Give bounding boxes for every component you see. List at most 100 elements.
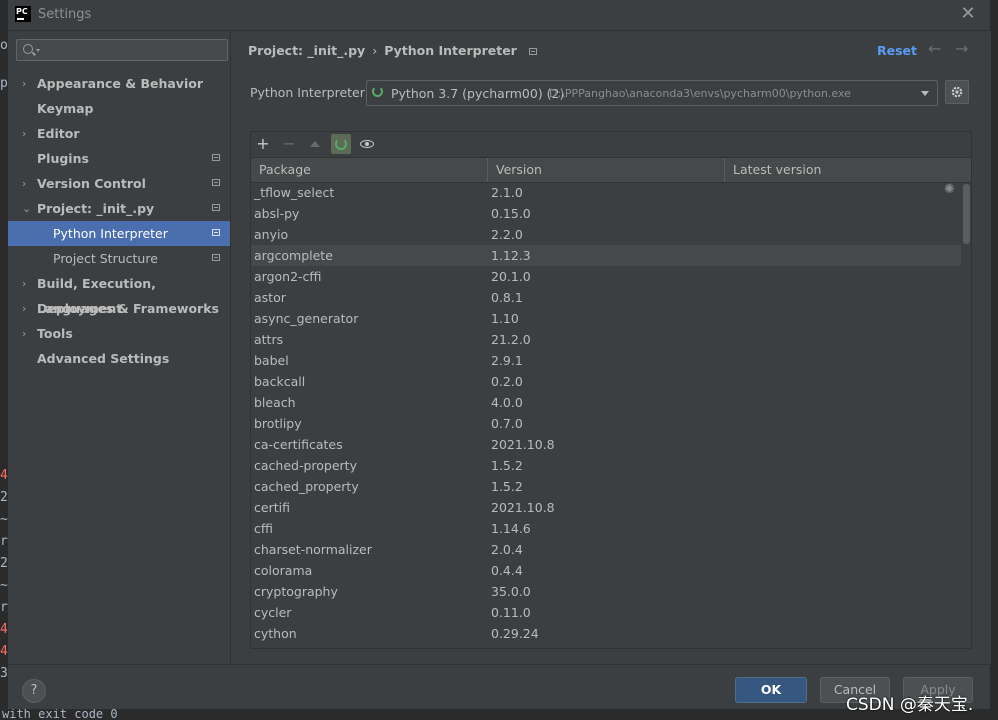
table-row[interactable]: _tflow_select 2.1.0	[251, 182, 961, 203]
sidebar-item-label: Keymap	[37, 101, 94, 116]
package-name: cached_property	[254, 479, 359, 494]
project-scope-icon	[212, 154, 220, 161]
pycharm-logo-icon: PC	[15, 6, 31, 22]
package-version: 2021.10.8	[491, 500, 555, 515]
package-name: cached-property	[254, 458, 357, 473]
remove-package-button[interactable]: −	[279, 134, 299, 154]
column-header-package[interactable]: Package	[251, 158, 488, 182]
table-row[interactable]: cycler 0.11.0	[251, 602, 961, 623]
package-name: babel	[254, 353, 289, 368]
sidebar-item-appearance-behavior[interactable]: › Appearance & Behavior	[8, 71, 230, 96]
sidebar-item-build-execution-deployment[interactable]: › Build, Execution, Deployment	[8, 271, 230, 316]
packages-toolbar: + −	[251, 132, 971, 156]
chevron-right-icon[interactable]: ›	[22, 121, 26, 146]
close-icon[interactable]: ✕	[960, 5, 976, 23]
sidebar-item-languages-frameworks[interactable]: › Languages & Frameworks	[8, 296, 230, 321]
settings-dialog: PC Settings ✕ › Appearance & Behavior Ke…	[8, 0, 991, 709]
package-version: 2.0.4	[491, 542, 523, 557]
table-row[interactable]: cached_property 1.5.2	[251, 476, 961, 497]
sidebar-item-tools[interactable]: › Tools	[8, 321, 230, 346]
package-version: 0.4.4	[491, 563, 523, 578]
package-version: 1.5.2	[491, 458, 523, 473]
package-version: 0.29.24	[491, 626, 539, 641]
chevron-right-icon[interactable]: ›	[22, 271, 26, 296]
chevron-down-icon[interactable]: ⌄	[22, 196, 31, 221]
table-row[interactable]: cached-property 1.5.2	[251, 455, 961, 476]
column-header-version[interactable]: Version	[488, 158, 725, 182]
dropdown-arrow-icon[interactable]	[921, 91, 929, 96]
project-scope-icon	[528, 48, 537, 55]
table-row[interactable]: colorama 0.4.4	[251, 560, 961, 581]
background-char: 4	[0, 622, 8, 637]
table-row[interactable]: argon2-cffi 20.1.0	[251, 266, 961, 287]
table-row[interactable]: bleach 4.0.0	[251, 392, 961, 413]
chevron-right-icon[interactable]: ›	[22, 296, 26, 321]
search-history-dropdown-icon[interactable]	[36, 49, 40, 52]
table-row[interactable]: cython 0.29.24	[251, 623, 961, 644]
package-name: ca-certificates	[254, 437, 343, 452]
table-row[interactable]: argcomplete 1.12.3	[251, 245, 961, 266]
table-row[interactable]: async_generator 1.10	[251, 308, 961, 329]
add-package-button[interactable]: +	[253, 134, 273, 154]
packages-table-body: _tflow_select 2.1.0 absl-py 0.15.0 anyio 2.…	[251, 182, 961, 648]
reset-link[interactable]: Reset	[877, 43, 917, 58]
vertical-scrollbar[interactable]	[961, 182, 971, 648]
table-row[interactable]: backcall 0.2.0	[251, 371, 961, 392]
show-early-releases-button[interactable]	[357, 134, 377, 154]
breadcrumb: Project: _init_.py › Python Interpreter	[248, 43, 537, 58]
table-row[interactable]: certifi 2021.10.8	[251, 497, 961, 518]
package-name: anyio	[254, 227, 289, 242]
package-version: 1.5.2	[491, 479, 523, 494]
breadcrumb-page: Python Interpreter	[384, 43, 517, 58]
upgrade-package-button[interactable]	[305, 134, 325, 154]
background-char: ~	[0, 512, 8, 527]
upgrade-arrow-icon	[310, 141, 320, 147]
settings-sidebar: › Appearance & Behavior Keymap › Editor …	[8, 31, 230, 664]
sidebar-item-project[interactable]: ⌄ Project: _init_.py	[8, 196, 230, 221]
package-name: absl-py	[254, 206, 300, 221]
background-char: 2	[0, 490, 8, 505]
refresh-button[interactable]	[331, 134, 351, 154]
column-header-latest-version[interactable]: Latest version	[725, 158, 961, 182]
table-row[interactable]: babel 2.9.1	[251, 350, 961, 371]
package-name: backcall	[254, 374, 306, 389]
search-field[interactable]	[16, 39, 228, 61]
chevron-right-icon[interactable]: ›	[22, 171, 26, 196]
table-row[interactable]: ca-certificates 2021.10.8	[251, 434, 961, 455]
sidebar-item-version-control[interactable]: › Version Control	[8, 171, 230, 196]
table-row[interactable]: anyio 2.2.0	[251, 224, 961, 245]
package-version: 20.1.0	[491, 269, 531, 284]
table-row[interactable]: brotlipy 0.7.0	[251, 413, 961, 434]
title-bar: PC Settings ✕	[8, 0, 990, 31]
chevron-right-icon[interactable]: ›	[22, 321, 26, 346]
chevron-right-icon[interactable]: ›	[22, 71, 26, 96]
table-row[interactable]: astor 0.8.1	[251, 287, 961, 308]
package-version: 2.2.0	[491, 227, 523, 242]
table-row[interactable]: cffi 1.14.6	[251, 518, 961, 539]
package-name: certifi	[254, 500, 290, 515]
sidebar-item-advanced-settings[interactable]: Advanced Settings	[8, 346, 230, 371]
package-version: 1.10	[491, 311, 519, 326]
search-input[interactable]	[43, 41, 227, 61]
table-row[interactable]: cryptography 35.0.0	[251, 581, 961, 602]
sidebar-item-keymap[interactable]: Keymap	[8, 96, 230, 121]
gear-icon	[951, 86, 963, 98]
package-version: 2021.10.8	[491, 437, 555, 452]
sidebar-item-project-structure[interactable]: Project Structure	[8, 246, 230, 271]
table-row[interactable]: absl-py 0.15.0	[251, 203, 961, 224]
breadcrumb-project[interactable]: Project: _init_.py	[248, 43, 365, 58]
sidebar-item-editor[interactable]: › Editor	[8, 121, 230, 146]
table-row[interactable]: charset-normalizer 2.0.4	[251, 539, 961, 560]
background-char: 3	[0, 666, 8, 681]
sidebar-item-plugins[interactable]: Plugins	[8, 146, 230, 171]
package-version: 0.2.0	[491, 374, 523, 389]
interpreter-settings-button[interactable]	[945, 80, 969, 104]
sidebar-item-python-interpreter[interactable]: Python Interpreter	[8, 221, 230, 246]
forward-arrow-icon[interactable]: →	[955, 39, 968, 58]
interpreter-select[interactable]: Python 3.7 (pycharm00) (2) D:\PPPanghao\…	[366, 80, 938, 106]
help-button[interactable]: ?	[22, 679, 46, 703]
ok-button[interactable]: OK	[735, 677, 807, 703]
table-row[interactable]: attrs 21.2.0	[251, 329, 961, 350]
scrollbar-thumb[interactable]	[963, 184, 970, 244]
back-arrow-icon[interactable]: ←	[928, 39, 941, 58]
